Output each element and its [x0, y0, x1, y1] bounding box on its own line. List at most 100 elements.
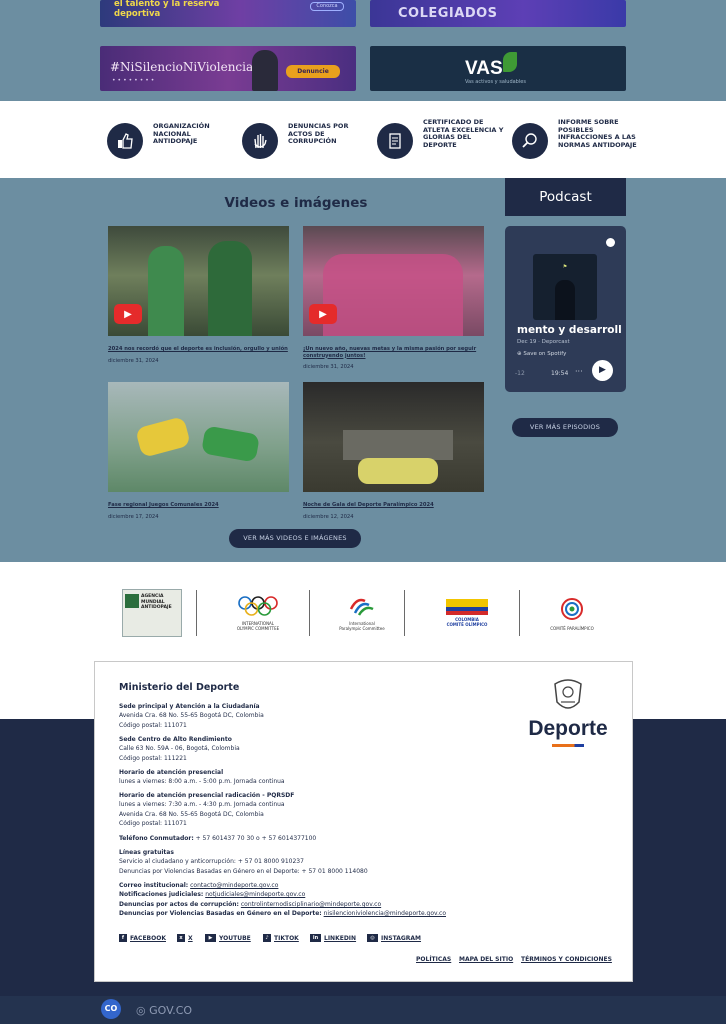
- talento-banner[interactable]: el talento y la reserva deportiva Conozc…: [100, 0, 356, 27]
- talento-banner-button[interactable]: Conozca: [310, 2, 344, 11]
- quick-link-certificado[interactable]: CERTIFICADO DE ATLETA EXCELENCIA Y GLORI…: [377, 118, 507, 163]
- video-date: diciembre 12, 2024: [303, 513, 354, 520]
- social-facebook[interactable]: f FACEBOOK: [119, 934, 166, 942]
- email-link[interactable]: contacto@mindeporte.gov.co: [190, 882, 278, 889]
- podcast-heading: Podcast: [505, 178, 626, 216]
- video-card[interactable]: ▶ ¡Un nuevo año, nuevas metas y la misma…: [303, 226, 484, 370]
- quick-link-label: ORGANIZACIÓN NACIONAL ANTIDOPAJE: [153, 122, 210, 145]
- document-icon: [377, 123, 413, 159]
- quick-link-corrupcion[interactable]: DENUNCIAS POR ACTOS DE CORRUPCIÓN: [242, 122, 372, 163]
- video-date: diciembre 31, 2024: [108, 357, 159, 364]
- save-on-spotify[interactable]: ⊕ Save on Spotify: [517, 351, 566, 357]
- footer-card: Ministerio del Deporte Deporte Sede prin…: [94, 661, 633, 982]
- politicas-link[interactable]: POLÍTICAS: [416, 956, 451, 963]
- more-episodes-button[interactable]: VER MÁS EPISODIOS: [512, 418, 618, 437]
- video-card[interactable]: Fase regional Juegos Comunales 2024 dici…: [108, 382, 289, 520]
- video-caption[interactable]: Fase regional Juegos Comunales 2024: [108, 502, 289, 509]
- decorative-dots: ••••••••: [112, 77, 157, 84]
- video-card[interactable]: Noche de Gala del Deporte Paralímpico 20…: [303, 382, 484, 520]
- more-options-icon[interactable]: ···: [575, 367, 583, 376]
- brand-underline: [552, 744, 584, 747]
- episode-meta: Dec 19 · Deporcast: [517, 339, 570, 345]
- social-youtube[interactable]: ▶ YOUTUBE: [205, 934, 251, 942]
- magnifier-icon: [512, 123, 548, 159]
- play-icon[interactable]: ▶: [114, 304, 142, 324]
- play-button[interactable]: ▶: [592, 360, 613, 381]
- footer-line: Código postal: 111071: [119, 820, 187, 827]
- video-thumbnail[interactable]: [108, 382, 289, 492]
- partner-logo-cpc[interactable]: COMITÉ PARALÍMPICO: [549, 588, 595, 638]
- quick-link-infracciones[interactable]: INFORME SOBRE POSIBLES INFRACCIONES A LA…: [512, 118, 642, 163]
- gov-co-link[interactable]: ◎ GOV.CO: [136, 1004, 192, 1017]
- partner-name: COMITÉ PARALÍMPICO: [550, 625, 594, 631]
- co-logo[interactable]: CO: [101, 999, 121, 1019]
- leaf-icon: [503, 52, 517, 72]
- linkedin-icon: in: [310, 934, 321, 942]
- ni-silencio-banner[interactable]: #NiSilencioNiViolencia •••••••• Denuncie: [100, 46, 356, 91]
- x-icon: x: [177, 934, 185, 942]
- video-thumbnail[interactable]: ▶: [108, 226, 289, 336]
- partner-logo-ioc[interactable]: INTERNATIONAL OLYMPIC COMMITTEE: [234, 588, 282, 638]
- podcast-player[interactable]: ⚑ mento y desarrollo Dec 19 · Deporcast …: [505, 226, 626, 392]
- video-thumbnail[interactable]: [303, 382, 484, 492]
- footer-line: Avenida Cra. 68 No. 55-65 Bogotá DC, Col…: [119, 712, 264, 719]
- facebook-icon: f: [119, 934, 127, 942]
- partner-name: INTERNATIONAL OLYMPIC COMMITTEE: [236, 621, 280, 631]
- footer-line: Servicio al ciudadano y anticorrupción: …: [119, 858, 304, 865]
- footer-line: Teléfono Conmutador: + 57 601437 70 30 o…: [119, 835, 317, 842]
- deporte-logo: Deporte: [523, 678, 613, 747]
- video-caption[interactable]: 2024 nos recordó que el deporte es inclu…: [108, 346, 289, 353]
- terms-link[interactable]: TÉRMINOS Y CONDICIONES: [521, 956, 612, 963]
- save-label: Save on Spotify: [523, 351, 567, 357]
- footer-line: Calle 63 No. 59A - 06, Bogotá, Colombia: [119, 745, 240, 752]
- video-card[interactable]: ▶ 2024 nos recordó que el deporte es inc…: [108, 226, 289, 364]
- youtube-icon: ▶: [205, 934, 216, 942]
- talento-banner-text-2: deportiva: [114, 9, 161, 19]
- partner-name: AGENCIA MUNDIAL ANTIDOPAJE: [141, 594, 172, 610]
- video-caption[interactable]: Noche de Gala del Deporte Paralímpico 20…: [303, 502, 484, 509]
- vas-banner[interactable]: VAS Vas activos y saludables: [370, 46, 626, 91]
- partner-logo-wada[interactable]: AGENCIA MUNDIAL ANTIDOPAJE: [122, 588, 182, 638]
- sitemap-link[interactable]: MAPA DEL SITIO: [459, 956, 513, 963]
- partner-logo-ipc[interactable]: International Paralympic Committee: [339, 588, 385, 638]
- quick-links-band: ORGANIZACIÓN NACIONAL ANTIDOPAJE DENUNCI…: [0, 101, 726, 178]
- social-tiktok[interactable]: ♪ TIKTOK: [263, 934, 299, 942]
- divider: [519, 590, 520, 636]
- quick-link-antidopaje[interactable]: ORGANIZACIÓN NACIONAL ANTIDOPAJE: [107, 122, 237, 163]
- podcast-cover: ⚑: [533, 254, 597, 320]
- video-caption[interactable]: ¡Un nuevo año, nuevas metas y la misma p…: [303, 346, 484, 359]
- gov-co-text: GOV.CO: [149, 1004, 193, 1017]
- partner-name: COLOMBIA COMITÉ OLÍMPICO: [446, 617, 488, 627]
- colegiados-banner-text: COLEGIADOS: [398, 6, 498, 21]
- social-instagram[interactable]: ◎ INSTAGRAM: [367, 934, 421, 942]
- footer-line: Código postal: 111071: [119, 722, 187, 729]
- cover-brand-mark: ⚑: [562, 264, 568, 270]
- divider: [196, 590, 197, 636]
- social-linkedin[interactable]: in LINKEDIN: [310, 934, 356, 942]
- spotify-icon[interactable]: [606, 238, 615, 247]
- denuncie-button[interactable]: Denuncie: [286, 65, 340, 78]
- video-date: diciembre 31, 2024: [303, 364, 354, 370]
- play-icon[interactable]: ▶: [309, 304, 337, 324]
- talento-banner-text: el talento y la reserva: [114, 0, 220, 9]
- partner-logo-coc[interactable]: COLOMBIA COMITÉ OLÍMPICO: [446, 588, 488, 638]
- video-thumbnail[interactable]: ▶: [303, 226, 484, 336]
- email-link[interactable]: controlinternodisciplinario@mindeporte.g…: [241, 901, 381, 908]
- social-x[interactable]: xX: [177, 934, 193, 942]
- footer-line: Denuncias por Violencias Basadas en Géne…: [119, 868, 368, 875]
- episode-progress: -12: [515, 370, 525, 377]
- quick-link-label: INFORME SOBRE POSIBLES INFRACCIONES A LA…: [558, 118, 637, 149]
- person-image: [252, 50, 278, 91]
- quick-link-label: CERTIFICADO DE ATLETA EXCELENCIA Y GLORI…: [423, 118, 504, 149]
- colegiados-banner[interactable]: COLEGIADOS: [370, 0, 626, 27]
- quick-link-label: DENUNCIAS POR ACTOS DE CORRUPCIÓN: [288, 122, 349, 145]
- more-videos-button[interactable]: VER MÁS VIDEOS E IMÁGENES: [229, 529, 361, 548]
- footer-line: Notificaciones judiciales: notjudiciales…: [119, 891, 306, 898]
- ni-silencio-text: #NiSilencioNiViolencia: [110, 60, 254, 74]
- vas-logo-text: VAS: [465, 58, 503, 79]
- episode-time: 19:54: [551, 370, 569, 377]
- cover-person: [555, 280, 575, 320]
- email-link[interactable]: notjudiciales@mindeporte.gov.co: [205, 891, 305, 898]
- divider: [404, 590, 405, 636]
- email-link[interactable]: nisilencioniviolencia@mindeporte.gov.co: [324, 910, 446, 917]
